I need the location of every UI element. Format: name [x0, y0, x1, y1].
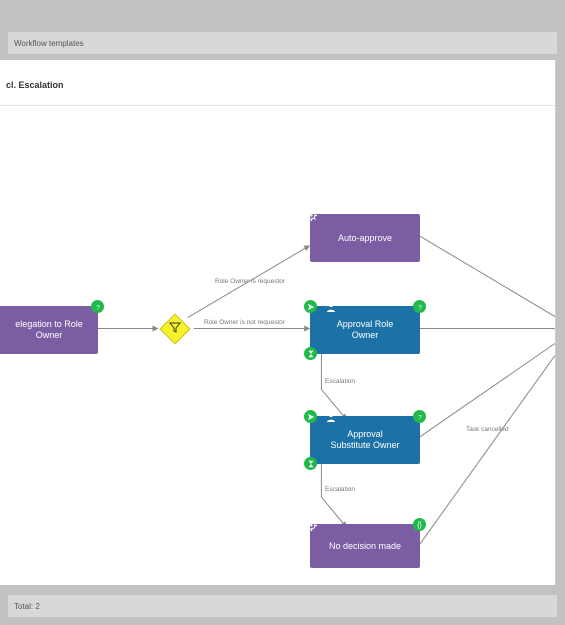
header-bar: Workflow templates — [8, 32, 557, 54]
person-icon — [324, 410, 337, 423]
node-label: Auto-approve — [338, 233, 392, 244]
footer-total: Total: 2 — [14, 602, 40, 611]
hourglass-icon — [304, 457, 317, 470]
node-label: ApprovalSubstitute Owner — [330, 429, 399, 451]
svg-text:?: ? — [96, 304, 100, 311]
question-icon: ? — [91, 300, 104, 313]
node-label: elegation to RoleOwner — [15, 319, 83, 341]
node-no-decision-made[interactable]: No decision made {} — [310, 524, 420, 568]
node-approval-role-owner[interactable]: Approval RoleOwner ? — [310, 306, 420, 354]
person-icon — [324, 300, 337, 313]
hourglass-icon — [304, 347, 317, 360]
edge-label-escalation-1: Escalation — [325, 378, 355, 385]
question-icon: ? — [413, 410, 426, 423]
header-title: Workflow templates — [14, 39, 84, 48]
edge-label-task-cancelled: Task cancelled — [466, 426, 509, 433]
node-auto-approve[interactable]: Auto-approve — [310, 214, 420, 262]
gateway-filter[interactable] — [159, 313, 190, 344]
send-icon — [304, 300, 317, 313]
question-icon: ? — [413, 300, 426, 313]
app-window: Workflow templates cl. Escalation — [0, 0, 565, 625]
node-approval-substitute-owner[interactable]: ApprovalSubstitute Owner ? — [310, 416, 420, 464]
footer-bar: Total: 2 — [8, 595, 557, 617]
edge-label-escalation-2: Escalation — [325, 486, 355, 493]
svg-text:?: ? — [418, 304, 422, 311]
node-delegation-role-owner[interactable]: elegation to RoleOwner ? — [0, 306, 98, 354]
workflow-panel: cl. Escalation — [0, 60, 556, 585]
svg-text:{}: {} — [417, 520, 422, 529]
gear-icon — [305, 209, 318, 222]
gear-icon — [305, 519, 318, 532]
workflow-canvas[interactable]: elegation to RoleOwner ? Auto-approve — [0, 105, 555, 585]
edge-label-is-not-requestor: Role Owner is not requestor — [204, 319, 285, 326]
braces-icon: {} — [413, 518, 426, 531]
edge-label-is-requestor: Role Owner is requestor — [215, 278, 285, 285]
send-icon — [304, 410, 317, 423]
filter-icon — [169, 320, 181, 338]
node-label: Approval RoleOwner — [337, 319, 394, 341]
svg-text:?: ? — [418, 414, 422, 421]
node-label: No decision made — [329, 541, 401, 552]
panel-title: cl. Escalation — [6, 80, 64, 90]
